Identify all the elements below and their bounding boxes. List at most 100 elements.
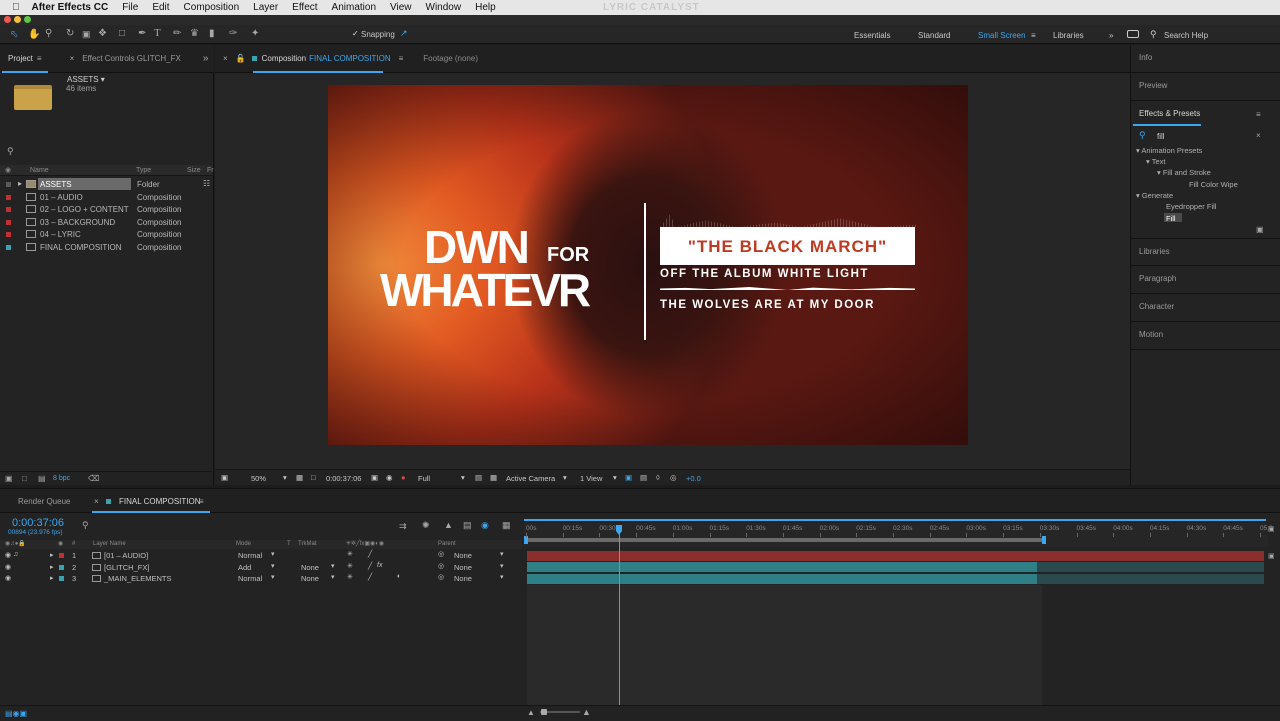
- col-num[interactable]: #: [72, 541, 75, 547]
- trash-icon[interactable]: ⌫: [88, 474, 99, 483]
- type-tool-icon[interactable]: T: [154, 27, 161, 39]
- col-frame[interactable]: Fr: [207, 167, 214, 174]
- panel-libraries[interactable]: Libraries: [1131, 238, 1280, 266]
- timeline-current-time[interactable]: 0:00:37:06: [12, 517, 64, 529]
- collapse-switch-icon[interactable]: ✳: [347, 573, 353, 581]
- panel-motion[interactable]: Motion: [1131, 322, 1280, 350]
- snapping-label[interactable]: Snapping: [361, 30, 395, 39]
- col-size[interactable]: Size: [187, 167, 201, 174]
- project-item-row[interactable]: 02 – LOGO + CONTENT Composition: [0, 203, 212, 216]
- tree-animation-presets[interactable]: ▾ Animation Presets: [1136, 146, 1202, 155]
- project-item-name[interactable]: 02 – LOGO + CONTENT: [40, 205, 129, 214]
- tree-fill-and-stroke[interactable]: ▾ Fill and Stroke: [1157, 168, 1211, 177]
- video-toggle-icon[interactable]: ◉: [5, 574, 11, 582]
- layer-mode-select[interactable]: Add: [238, 563, 251, 572]
- flowchart-icon[interactable]: ◊: [656, 473, 660, 482]
- tab-render-queue[interactable]: Render Queue: [18, 497, 70, 506]
- timeline-tab-menu-icon[interactable]: ≡: [199, 497, 204, 506]
- workspace-small-screen[interactable]: Small Screen: [978, 31, 1026, 40]
- search-help-icon[interactable]: ⚲: [1150, 29, 1157, 40]
- mode-dropdown-icon[interactable]: ▾: [271, 562, 275, 570]
- draft-3d-icon[interactable]: ▤: [640, 473, 647, 482]
- panel-character[interactable]: Character: [1131, 294, 1280, 322]
- rectangle-tool-icon[interactable]: □: [119, 28, 125, 39]
- label-swatch[interactable]: [6, 232, 11, 238]
- menu-effect[interactable]: Effect: [292, 2, 317, 13]
- project-item-row[interactable]: 03 – BACKGROUND Composition: [0, 216, 212, 229]
- effects-search-icon[interactable]: ⚲: [1139, 130, 1146, 141]
- more-workspaces-icon[interactable]: »: [1109, 31, 1113, 40]
- project-item-row[interactable]: 01 – AUDIO Composition: [0, 191, 212, 204]
- project-panel-menu-icon[interactable]: ≡: [37, 54, 42, 63]
- project-item-row[interactable]: ▸ ASSETS Folder ☷: [0, 178, 212, 191]
- parent-pickwhip-icon[interactable]: ◎: [438, 573, 444, 581]
- layer-switches-toggle-icon[interactable]: ▤◉▣: [5, 709, 27, 718]
- comp-close-icon[interactable]: ×: [223, 54, 228, 63]
- rotate-tool-icon[interactable]: ↻: [66, 28, 74, 39]
- label-col-icon[interactable]: ◉: [58, 540, 63, 547]
- project-item-name[interactable]: FINAL COMPOSITION: [40, 243, 122, 252]
- label-swatch[interactable]: [6, 207, 11, 213]
- comp-lock-icon[interactable]: 🔓: [236, 54, 246, 63]
- layer-bar-glitch[interactable]: [527, 562, 1037, 572]
- effects-panel-menu-icon[interactable]: ≡: [1256, 110, 1261, 119]
- project-item-row[interactable]: 04 – LYRIC Composition: [0, 228, 212, 241]
- parent-select[interactable]: None: [454, 574, 472, 583]
- interpret-footage-icon[interactable]: ▣: [5, 474, 13, 483]
- new-folder-icon[interactable]: □: [22, 474, 27, 483]
- layer-scroll-icon[interactable]: ▣: [1268, 552, 1275, 560]
- collapse-switch-icon[interactable]: ✳: [347, 562, 353, 570]
- workspace-essentials[interactable]: Essentials: [854, 31, 890, 40]
- motion-blur-icon[interactable]: ◉: [481, 520, 489, 531]
- col-name[interactable]: Name: [30, 167, 49, 174]
- camera-tool-icon[interactable]: ▣: [82, 29, 91, 40]
- folder-expand-icon[interactable]: ▸: [18, 179, 22, 188]
- viewer-canvas[interactable]: DWN FOR WHATEVR "THE BLACK MARCH" OFF TH…: [215, 74, 1130, 469]
- project-item-name[interactable]: 04 – LYRIC: [40, 230, 81, 239]
- parent-select[interactable]: None: [454, 563, 472, 572]
- timeline-scroll-icon[interactable]: ▣: [1268, 525, 1275, 533]
- work-area-start-handle[interactable]: [524, 536, 528, 544]
- col-layer-name[interactable]: Layer Name: [93, 541, 126, 547]
- view-dropdown-icon[interactable]: ▾: [613, 473, 617, 482]
- col-t[interactable]: T: [287, 541, 291, 547]
- effects-search-input[interactable]: fill: [1157, 132, 1165, 141]
- layer-row[interactable]: ◉ ▸ 3 _MAIN_ELEMENTS ✳ ╱ ◐ Normal ▾ None ▾ ◎ None ▾: [0, 573, 520, 585]
- menu-composition[interactable]: Composition: [184, 2, 240, 13]
- resolution-select[interactable]: Full: [418, 474, 430, 483]
- tree-text-folder[interactable]: ▾ Text: [1146, 157, 1165, 166]
- panel-preview[interactable]: Preview: [1131, 73, 1280, 101]
- col-mode[interactable]: Mode: [236, 541, 251, 547]
- timeline-close-icon[interactable]: ×: [94, 497, 99, 506]
- pan-behind-tool-icon[interactable]: ❖: [98, 28, 107, 39]
- mode-dropdown-icon[interactable]: ▾: [271, 550, 275, 558]
- layer-expand-icon[interactable]: ▸: [50, 574, 54, 582]
- audio-toggle-icon[interactable]: ♫: [13, 551, 18, 558]
- layer-expand-icon[interactable]: ▸: [50, 551, 54, 559]
- project-search-input[interactable]: [20, 145, 208, 157]
- tree-eyedropper-fill[interactable]: Eyedropper Fill: [1166, 202, 1216, 211]
- parent-pickwhip-icon[interactable]: ◎: [438, 562, 444, 570]
- ruler-top-scroll[interactable]: [524, 519, 1266, 521]
- camera-select[interactable]: Active Camera: [506, 474, 555, 483]
- snap-option-icon[interactable]: ↗: [400, 28, 408, 39]
- playhead-line[interactable]: [619, 533, 620, 705]
- region-of-interest-icon[interactable]: □: [311, 473, 316, 482]
- puppet-tool-icon[interactable]: ✦: [251, 28, 259, 39]
- comp-tab-name[interactable]: FINAL COMPOSITION: [309, 54, 391, 63]
- menu-help[interactable]: Help: [475, 2, 496, 13]
- tab-project[interactable]: Project: [0, 54, 41, 63]
- close-window-button[interactable]: [4, 16, 11, 23]
- fx-switch-icon[interactable]: fx: [377, 562, 382, 569]
- magnification-dropdown-icon[interactable]: ▾: [283, 473, 287, 482]
- menu-app[interactable]: After Effects CC: [32, 2, 109, 13]
- 3d-layer-switch-icon[interactable]: ◐: [397, 573, 401, 580]
- draft-3d-timeline-icon[interactable]: ✺: [422, 520, 430, 531]
- resolution-dropdown-icon[interactable]: ▾: [461, 473, 465, 482]
- shy-layers-icon[interactable]: ▲: [444, 520, 453, 530]
- minimize-window-button[interactable]: [14, 16, 21, 23]
- work-area-bar[interactable]: [526, 538, 1044, 542]
- effects-search-clear-icon[interactable]: ×: [1256, 131, 1261, 140]
- layer-name[interactable]: [01 – AUDIO]: [104, 551, 148, 560]
- layer-row[interactable]: ◉ ▸ 2 [GLITCH_FX] ✳ ╱ fx Add ▾ None ▾ ◎ None ▾: [0, 562, 520, 574]
